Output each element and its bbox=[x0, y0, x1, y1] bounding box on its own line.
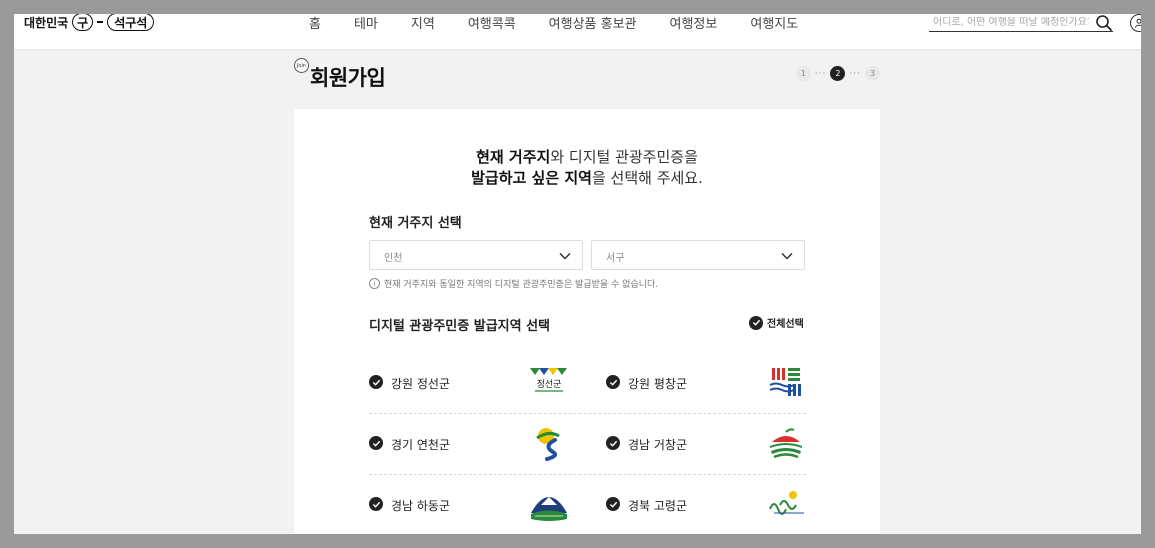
lead-line2-rest: 을 선택해 주세요. bbox=[591, 169, 703, 187]
issue-region-label: 디지털 관광주민증 발급지역 선택 bbox=[369, 319, 551, 334]
logo-ring-gu: 구 bbox=[72, 14, 94, 31]
join-badge: Join bbox=[294, 58, 309, 73]
step-indicator: 1 ··· 2 ··· 3 bbox=[795, 66, 880, 81]
residence-notice: i 현재 거주지와 동일한 지역의 디지털 관광주민증은 발급받을 수 없습니다… bbox=[369, 277, 658, 290]
region-name: 강원 정선군 bbox=[391, 377, 451, 391]
region-item-goryeong[interactable]: 경북 고령군 bbox=[606, 475, 806, 534]
region-row: 강원 정선군 정선군 강원 평창군 bbox=[369, 353, 806, 414]
pyeongchang-emblem-icon bbox=[769, 368, 801, 396]
emblem-label: 정선군 bbox=[537, 379, 562, 390]
nav-travel-map[interactable]: 여행지도 bbox=[750, 14, 798, 32]
check-icon bbox=[749, 315, 763, 330]
select-all-toggle[interactable]: 전체선택 bbox=[749, 315, 804, 330]
region-name: 경남 거창군 bbox=[628, 438, 688, 452]
nav-product-promo[interactable]: 여행상품 홍보관 bbox=[549, 14, 637, 32]
region-item-geochang[interactable]: 경남 거창군 bbox=[606, 414, 806, 475]
site-header: 대한민국 구 석구석 홈 테마 지역 여행콕콕 여행상품 홍보관 여행정보 여행… bbox=[14, 14, 1141, 49]
jeongseon-emblem-icon: 정선군 bbox=[530, 368, 567, 392]
person-icon bbox=[1135, 18, 1141, 28]
info-icon: i bbox=[369, 278, 380, 289]
region-name: 경북 고령군 bbox=[628, 499, 688, 513]
check-icon bbox=[606, 436, 620, 450]
province-select-value: 인천 bbox=[384, 253, 403, 264]
step-separator: ··· bbox=[849, 68, 861, 79]
logo-ring-seokguseok: 석구석 bbox=[107, 14, 155, 31]
step-1: 1 bbox=[795, 66, 811, 81]
region-name: 강원 평창군 bbox=[628, 377, 688, 391]
user-icon[interactable] bbox=[1130, 14, 1141, 32]
search-input[interactable] bbox=[929, 17, 1089, 28]
nav-home[interactable]: 홈 bbox=[309, 14, 321, 32]
nav-region[interactable]: 지역 bbox=[411, 14, 435, 32]
select-all-label: 전체선택 bbox=[767, 319, 804, 330]
province-select[interactable]: 인천 bbox=[369, 240, 583, 270]
page-title: 회원가입 bbox=[310, 66, 386, 90]
district-select-value: 서구 bbox=[606, 253, 625, 264]
main-nav: 홈 테마 지역 여행콕콕 여행상품 홍보관 여행정보 여행지도 bbox=[309, 14, 831, 32]
browser-window: 대한민국 구 석구석 홈 테마 지역 여행콕콕 여행상품 홍보관 여행정보 여행… bbox=[14, 14, 1141, 534]
region-row: 경남 하동군 경북 고령군 bbox=[369, 475, 806, 534]
geochang-emblem-icon bbox=[770, 428, 802, 460]
residence-label: 현재 거주지 선택 bbox=[369, 216, 462, 231]
lead-line1-rest: 와 디지털 관광주민증을 bbox=[550, 148, 698, 166]
residence-notice-text: 현재 거주지와 동일한 지역의 디지털 관광주민증은 발급받을 수 없습니다. bbox=[384, 280, 659, 290]
nav-travel-info[interactable]: 여행정보 bbox=[670, 14, 718, 32]
chevron-down-icon bbox=[559, 252, 571, 260]
nav-theme[interactable]: 테마 bbox=[354, 14, 378, 32]
hadong-emblem-icon bbox=[531, 491, 567, 521]
chevron-down-icon bbox=[781, 252, 793, 260]
logo-prefix: 대한민국 bbox=[24, 15, 69, 30]
search-icon[interactable] bbox=[1095, 14, 1113, 32]
check-icon bbox=[606, 497, 620, 511]
check-icon bbox=[369, 497, 383, 511]
region-item-hadong[interactable]: 경남 하동군 bbox=[369, 475, 569, 534]
logo-connector bbox=[97, 21, 104, 23]
step-2: 2 bbox=[830, 66, 846, 81]
check-icon bbox=[369, 436, 383, 450]
page-heading: Join 회원가입 1 ··· 2 ··· 3 bbox=[294, 58, 880, 102]
lead-line2-bold: 발급하고 싶은 지역 bbox=[471, 169, 592, 187]
district-select[interactable]: 서구 bbox=[591, 240, 805, 270]
yeoncheon-emblem-icon bbox=[536, 428, 560, 461]
region-name: 경기 연천군 bbox=[391, 438, 451, 452]
search-box bbox=[929, 14, 1113, 32]
signup-card: 현재 거주지와 디지털 관광주민증을 발급하고 싶은 지역을 선택해 주세요. … bbox=[294, 109, 880, 534]
region-item-jeongseon[interactable]: 강원 정선군 정선군 bbox=[369, 353, 569, 414]
nav-travel-kokkok[interactable]: 여행콕콕 bbox=[468, 14, 516, 32]
region-name: 경남 하동군 bbox=[391, 499, 451, 513]
lead-line1-bold: 현재 거주지 bbox=[476, 148, 551, 166]
lead-text: 현재 거주지와 디지털 관광주민증을 발급하고 싶은 지역을 선택해 주세요. bbox=[294, 147, 880, 189]
region-row: 경기 연천군 경남 거창군 bbox=[369, 414, 806, 475]
goryeong-emblem-icon bbox=[769, 491, 804, 515]
step-separator: ··· bbox=[814, 68, 827, 79]
region-item-pyeongchang[interactable]: 강원 평창군 bbox=[606, 353, 806, 414]
region-item-yeoncheon[interactable]: 경기 연천군 bbox=[369, 414, 569, 475]
site-logo[interactable]: 대한민국 구 석구석 bbox=[24, 14, 155, 31]
step-3: 3 bbox=[865, 66, 880, 81]
check-icon bbox=[369, 375, 383, 389]
check-icon bbox=[606, 375, 620, 389]
